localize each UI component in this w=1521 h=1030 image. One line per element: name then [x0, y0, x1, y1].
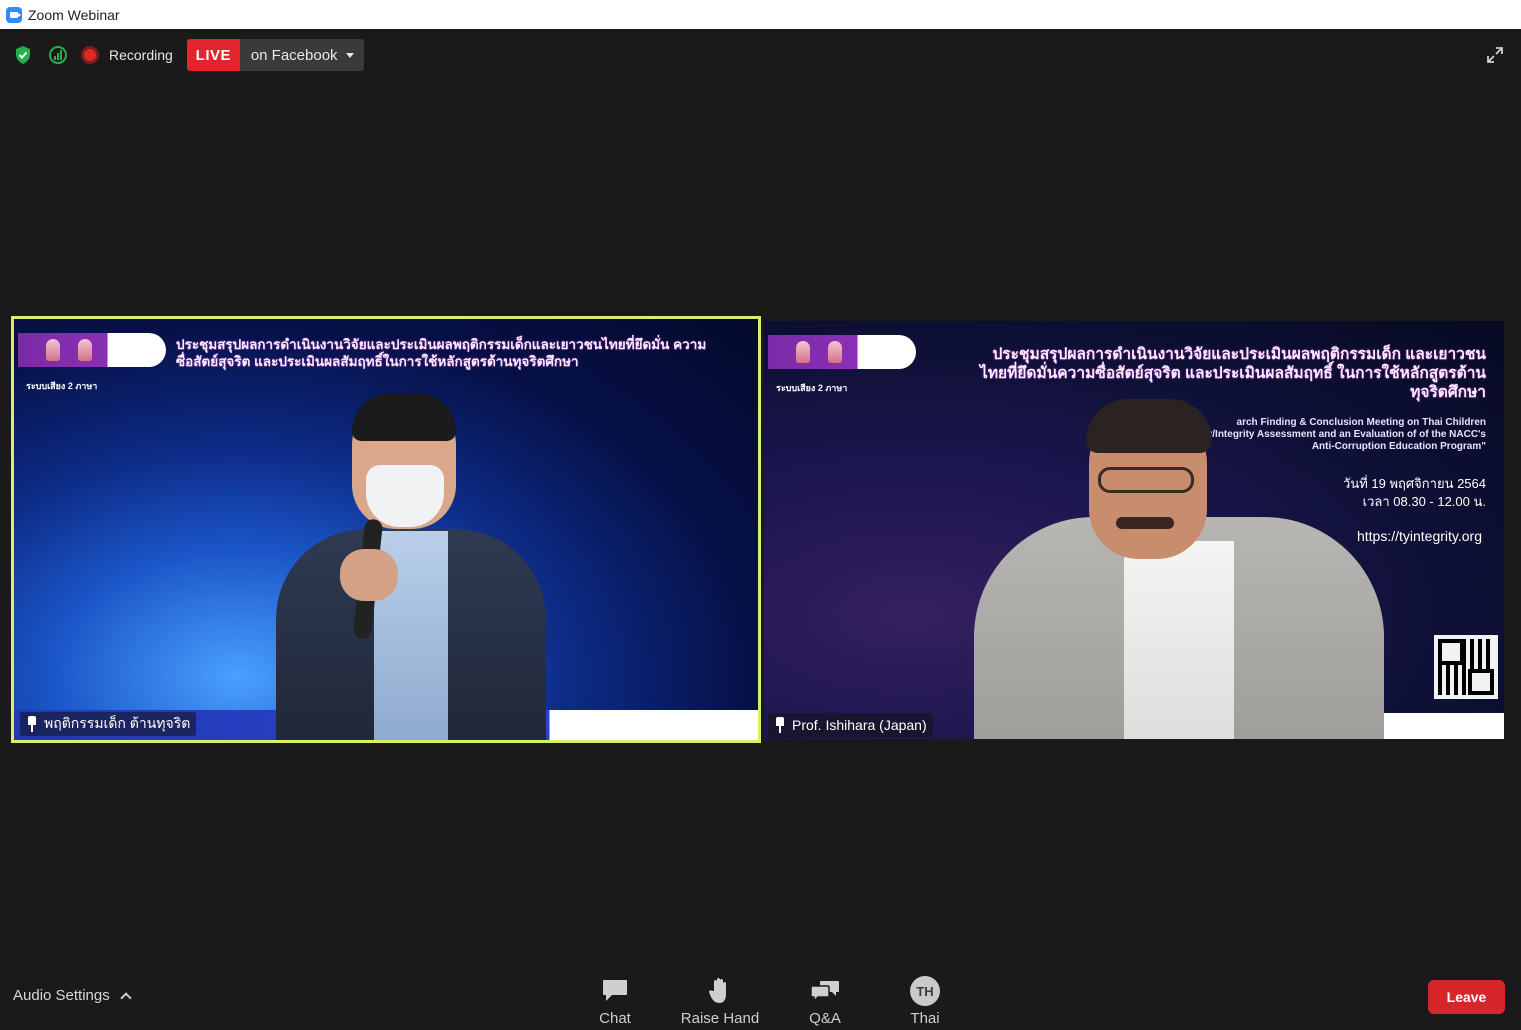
slide-time: เวลา 08.30 - 12.00 น. [1362, 494, 1486, 509]
speaker-hand [340, 549, 398, 601]
event-logo-banner [768, 335, 916, 369]
participant-name: Prof. Ishihara (Japan) [792, 717, 927, 733]
live-destination-label: on Facebook [250, 46, 338, 64]
participant-name-tag: พฤติกรรมเด็ก ต้านทุจริต [20, 712, 197, 736]
dual-language-label: ระบบเสียง 2 ภาษา [776, 383, 848, 393]
slide-date-time: วันที่ 19 พฤศจิกายน 2564 เวลา 08.30 - 12… [1343, 475, 1486, 511]
crest-emblem-icon [796, 341, 810, 363]
raise-hand-label: Raise Hand [680, 1010, 760, 1027]
dual-language-label: ระบบเสียง 2 ภาษา [26, 381, 98, 391]
meeting-topbar: Recording LIVE on Facebook [12, 39, 364, 71]
speaker-hair [352, 393, 456, 441]
slide-title: ประชุมสรุปผลการดำเนินงานวิจัยและประเมินผ… [980, 346, 1486, 401]
live-badge: LIVE [186, 39, 240, 71]
live-stream-control[interactable]: LIVE on Facebook [186, 39, 364, 71]
audio-settings-label: Audio Settings [13, 987, 110, 1004]
chat-label: Chat [599, 1010, 631, 1027]
leave-button[interactable]: Leave [1428, 980, 1505, 1014]
event-logo-banner [18, 333, 166, 367]
caret-down-icon [345, 52, 354, 58]
crest-emblem-icon [828, 341, 842, 363]
speaker-face-mask [366, 465, 444, 527]
meeting-toolbar: Chat Raise Hand Q&A TH Thai [580, 967, 990, 1027]
window-titlebar: Zoom Webinar [0, 0, 1521, 29]
speaker-glasses [1098, 467, 1194, 493]
meeting-stage: Recording LIVE on Facebook ประชุมสรุปผลก… [0, 29, 1521, 1030]
zoom-app-icon [6, 6, 22, 23]
qa-icon [809, 976, 841, 1006]
raise-hand-button[interactable]: Raise Hand [650, 967, 790, 1027]
slide-english-subtitle: arch Finding & Conclusion Meeting on Tha… [1172, 417, 1486, 452]
participant-name: พฤติกรรมเด็ก ต้านทุจริต [44, 715, 191, 731]
live-destination-dropdown[interactable]: on Facebook [239, 39, 364, 71]
language-badge-icon: TH [910, 976, 940, 1006]
audio-settings-button[interactable]: Audio Settings [13, 987, 132, 1004]
qr-code-icon [1434, 635, 1498, 699]
fullscreen-icon[interactable] [1485, 45, 1505, 65]
speaker-mustache [1116, 517, 1174, 529]
speaker-hair [1086, 399, 1212, 453]
language-interpretation-button[interactable]: TH Thai [860, 967, 990, 1027]
participant-name-tag: Prof. Ishihara (Japan) [768, 713, 933, 737]
video-tile-participant[interactable]: ระบบเสียง 2 ภาษา ประชุมสรุปผลการดำเนินงา… [764, 321, 1504, 739]
slide-title: ประชุมสรุปผลการดำเนินงานวิจัยและประเมินผ… [176, 337, 707, 369]
recording-icon [81, 46, 99, 64]
language-label: Thai [910, 1010, 940, 1027]
slide-date: วันที่ 19 พฤศจิกายน 2564 [1343, 476, 1486, 491]
pin-icon [774, 717, 786, 733]
language-code: TH [910, 976, 940, 1006]
speaker-shirt [1124, 541, 1234, 739]
hand-icon [708, 976, 732, 1006]
qa-button[interactable]: Q&A [790, 967, 860, 1027]
pin-icon [26, 716, 38, 732]
connection-signal-icon[interactable] [47, 44, 69, 66]
chat-button[interactable]: Chat [580, 967, 650, 1027]
chat-icon [601, 976, 629, 1006]
crest-emblem-icon [46, 339, 60, 361]
qa-label: Q&A [809, 1010, 841, 1027]
crest-emblem-icon [78, 339, 92, 361]
window-title: Zoom Webinar [28, 6, 120, 23]
chevron-up-icon[interactable] [120, 992, 132, 1004]
slide-url: https://tyintegrity.org [1356, 528, 1482, 544]
shield-check-icon[interactable] [12, 44, 34, 66]
video-tile-active-speaker[interactable]: ประชุมสรุปผลการดำเนินงานวิจัยและประเมินผ… [11, 316, 761, 743]
recording-label: Recording [109, 47, 173, 63]
